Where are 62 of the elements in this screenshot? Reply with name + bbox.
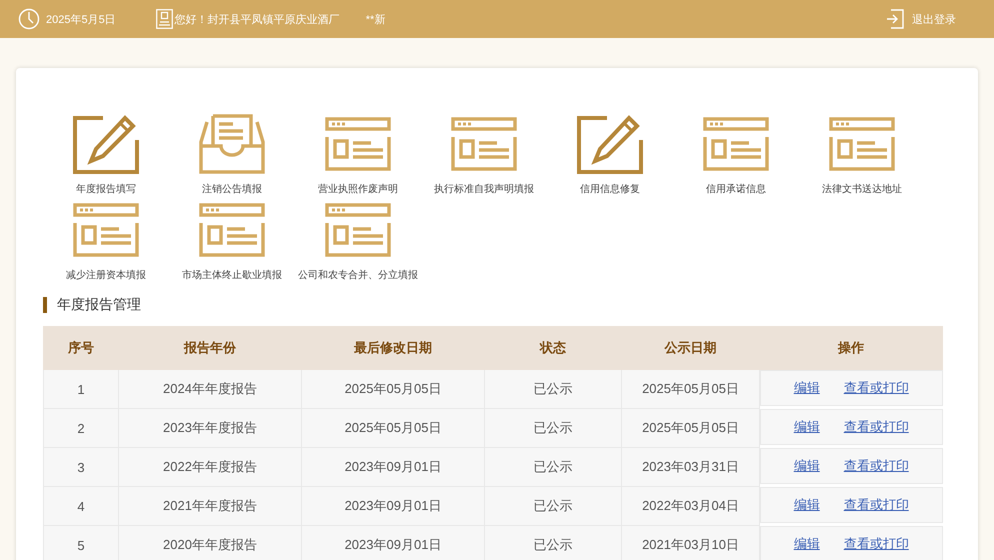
pencil-edit-icon (73, 114, 139, 174)
pencil-edit-icon (577, 114, 643, 174)
table-cell: 已公示 (484, 370, 622, 408)
table-cell: 2 (44, 408, 118, 448)
tray-icon (199, 114, 265, 174)
action-link[interactable]: 查看或打印 (844, 456, 909, 474)
table-cell: 5 (44, 526, 118, 560)
table-cell: 2025年05月05日 (302, 370, 484, 408)
table-cell: 2023年年度报告 (118, 408, 302, 448)
table-cell: 2021年03月10日 (622, 526, 760, 560)
action-link[interactable]: 查看或打印 (844, 418, 909, 436)
table-cell: 2024年年度报告 (118, 370, 302, 408)
table-cell: 2022年03月04日 (622, 486, 760, 526)
table-cell: 2021年年度报告 (118, 486, 302, 526)
action-link[interactable]: 编辑 (794, 456, 820, 474)
table-cell: 已公示 (484, 486, 622, 526)
user-icon (156, 9, 173, 29)
shortcut-item[interactable]: 市场主体终止歇业填报 (169, 200, 295, 282)
column-header: 操作 (760, 326, 942, 370)
shortcut-item[interactable]: 执行标准自我声明填报 (421, 114, 547, 196)
shortcut-item[interactable]: 年度报告填写 (43, 114, 169, 196)
shortcut-item[interactable]: 法律文书送达地址 (799, 114, 925, 196)
table-cell: 已公示 (484, 448, 622, 486)
section-marker (43, 297, 47, 313)
column-header: 序号 (44, 326, 118, 370)
table-cell: 已公示 (484, 526, 622, 560)
user-name: **新 (366, 12, 386, 26)
shortcut-item[interactable]: 信用信息修复 (547, 114, 673, 196)
table-cell: 2023年09月01日 (302, 448, 484, 486)
column-header: 报告年份 (118, 326, 302, 370)
section-title: 年度报告管理 (57, 296, 141, 314)
shortcut-item[interactable]: 公司和农专合并、分立填报 (295, 200, 421, 282)
table-cell: 2023年09月01日 (302, 486, 484, 526)
shortcut-item[interactable]: 注销公告填报 (169, 114, 295, 196)
action-link[interactable]: 查看或打印 (844, 496, 909, 514)
shortcut-item[interactable]: 减少注册资本填报 (43, 200, 169, 282)
shortcut-item[interactable]: 营业执照作废声明 (295, 114, 421, 196)
action-link[interactable]: 编辑 (794, 496, 820, 514)
table-cell: 2022年年度报告 (118, 448, 302, 486)
clock-icon (18, 8, 40, 30)
table-cell: 2023年09月01日 (302, 526, 484, 560)
action-link[interactable]: 查看或打印 (844, 534, 909, 552)
table-cell: 4 (44, 486, 118, 526)
action-link[interactable]: 编辑 (794, 379, 820, 397)
action-link[interactable]: 查看或打印 (844, 379, 909, 397)
column-header: 状态 (484, 326, 622, 370)
table-cell: 2025年05月05日 (622, 370, 760, 408)
table-cell: 3 (44, 448, 118, 486)
greeting-text: 您好！封开县平凤镇平原庆业酒厂 (174, 12, 340, 26)
table-cell: 2023年03月31日 (622, 448, 760, 486)
table-cell: 2025年05月05日 (302, 408, 484, 448)
action-link[interactable]: 编辑 (794, 534, 820, 552)
column-header: 最后修改日期 (302, 326, 484, 370)
column-header: 公示日期 (622, 326, 760, 370)
action-link[interactable]: 编辑 (794, 418, 820, 436)
table-cell: 1 (44, 370, 118, 408)
shortcut-item[interactable]: 信用承诺信息 (673, 114, 799, 196)
table-cell: 2025年05月05日 (622, 408, 760, 448)
table-cell: 2020年年度报告 (118, 526, 302, 560)
date-text: 2025年5月5日 (46, 12, 116, 26)
table-cell: 已公示 (484, 408, 622, 448)
logout-icon (886, 9, 904, 29)
